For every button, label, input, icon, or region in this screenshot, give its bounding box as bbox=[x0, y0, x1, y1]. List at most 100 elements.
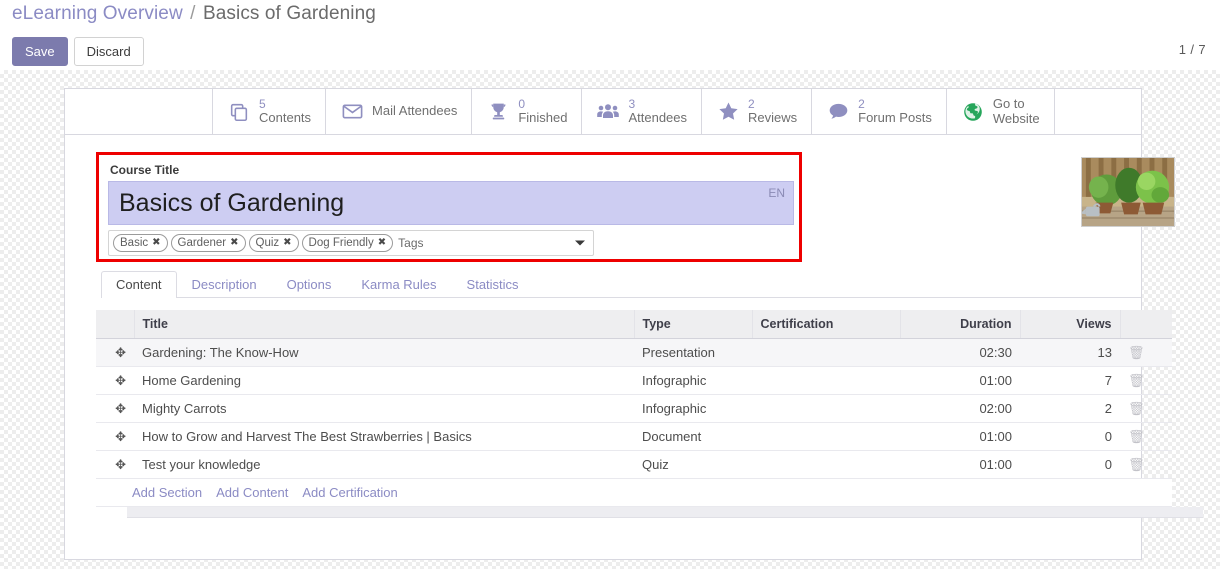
record-pager[interactable]: 1 / 7 bbox=[1179, 42, 1206, 57]
drag-handle-icon[interactable]: ✥ bbox=[115, 346, 126, 359]
tab-statistics[interactable]: Statistics bbox=[452, 271, 534, 298]
drag-handle-cell[interactable]: ✥ bbox=[96, 366, 134, 395]
breadcrumb-parent-link[interactable]: eLearning Overview bbox=[12, 3, 183, 24]
column-header-actions bbox=[1120, 310, 1172, 339]
stat-button-reviews[interactable]: 2 Reviews bbox=[702, 89, 813, 134]
cell-type[interactable]: Infographic bbox=[634, 366, 752, 395]
table-row[interactable]: ✥ Gardening: The Know-How Presentation 0… bbox=[96, 338, 1172, 367]
cell-duration[interactable]: 01:00 bbox=[900, 450, 1020, 479]
trash-icon[interactable]: 🗑 bbox=[1128, 402, 1145, 415]
column-header-certification[interactable]: Certification bbox=[752, 310, 901, 339]
table-row[interactable]: ✥ Mighty Carrots Infographic 02:00 2 🗑 bbox=[96, 394, 1172, 423]
trash-icon[interactable]: 🗑 bbox=[1128, 458, 1145, 471]
delete-row-cell[interactable]: 🗑 bbox=[1120, 366, 1172, 395]
cell-views[interactable]: 13 bbox=[1020, 338, 1120, 367]
discard-button[interactable]: Discard bbox=[73, 37, 144, 66]
column-header-title[interactable]: Title bbox=[134, 310, 635, 339]
cell-duration[interactable]: 01:00 bbox=[900, 422, 1020, 451]
course-title-highlight-box: Course Title Basics of Gardening EN Basi… bbox=[96, 152, 802, 262]
tag-chip[interactable]: Dog Friendly ✖ bbox=[301, 233, 394, 253]
cell-type[interactable]: Document bbox=[634, 422, 752, 451]
drag-handle-cell[interactable]: ✥ bbox=[96, 422, 134, 451]
save-button[interactable]: Save bbox=[12, 37, 68, 66]
drag-handle-cell[interactable]: ✥ bbox=[96, 450, 134, 479]
cell-views[interactable]: 2 bbox=[1020, 394, 1120, 423]
tab-content[interactable]: Content bbox=[101, 271, 177, 298]
add-content-link[interactable]: Add Content bbox=[216, 485, 288, 500]
course-cover-image[interactable] bbox=[1081, 157, 1175, 227]
language-badge[interactable]: EN bbox=[768, 186, 785, 200]
cell-duration[interactable]: 02:30 bbox=[900, 338, 1020, 367]
tag-chip[interactable]: Basic ✖ bbox=[113, 233, 168, 253]
cell-title[interactable]: How to Grow and Harvest The Best Strawbe… bbox=[134, 422, 634, 451]
close-icon[interactable]: ✖ bbox=[152, 237, 160, 250]
course-title-input[interactable]: Basics of Gardening EN bbox=[108, 181, 794, 225]
drag-handle-icon[interactable]: ✥ bbox=[115, 374, 126, 387]
cell-certification[interactable] bbox=[752, 450, 900, 479]
cell-title[interactable]: Gardening: The Know-How bbox=[134, 338, 634, 367]
stat-button-forum-posts[interactable]: 2 Forum Posts bbox=[812, 89, 947, 134]
stat-button-finished[interactable]: 0 Finished bbox=[472, 89, 583, 134]
comment-icon bbox=[826, 100, 850, 124]
trash-icon[interactable]: 🗑 bbox=[1128, 374, 1145, 387]
tab-description[interactable]: Description bbox=[177, 271, 272, 298]
cell-title[interactable]: Home Gardening bbox=[134, 366, 634, 395]
drag-handle-icon[interactable]: ✥ bbox=[115, 430, 126, 443]
cell-type[interactable]: Presentation bbox=[634, 338, 752, 367]
column-header-views[interactable]: Views bbox=[1020, 310, 1121, 339]
close-icon[interactable]: ✖ bbox=[230, 237, 238, 250]
table-row[interactable]: ✥ How to Grow and Harvest The Best Straw… bbox=[96, 422, 1172, 451]
cell-certification[interactable] bbox=[752, 338, 900, 367]
tags-input[interactable]: Basic ✖ Gardener ✖ Quiz ✖ Dog Friendly ✖… bbox=[108, 230, 594, 256]
column-header-duration[interactable]: Duration bbox=[900, 310, 1021, 339]
add-section-link[interactable]: Add Section bbox=[132, 485, 202, 500]
globe-icon bbox=[961, 100, 985, 124]
table-row[interactable]: ✥ Home Gardening Infographic 01:00 7 🗑 bbox=[96, 366, 1172, 395]
cell-views[interactable]: 0 bbox=[1020, 450, 1120, 479]
close-icon[interactable]: ✖ bbox=[378, 237, 386, 250]
cell-duration[interactable]: 02:00 bbox=[900, 394, 1020, 423]
add-certification-link[interactable]: Add Certification bbox=[302, 485, 397, 500]
stat-label-forum-posts: Forum Posts bbox=[858, 109, 932, 125]
cell-certification[interactable] bbox=[752, 394, 900, 423]
delete-row-cell[interactable]: 🗑 bbox=[1120, 422, 1172, 451]
tab-karma-rules[interactable]: Karma Rules bbox=[346, 271, 451, 298]
cell-certification[interactable] bbox=[752, 422, 900, 451]
table-footer-bar bbox=[127, 507, 1203, 518]
envelope-icon bbox=[340, 100, 364, 124]
tag-chip[interactable]: Quiz ✖ bbox=[248, 233, 299, 253]
drag-handle-cell[interactable]: ✥ bbox=[96, 394, 134, 423]
drag-handle-icon[interactable]: ✥ bbox=[115, 458, 126, 471]
cell-certification[interactable] bbox=[752, 366, 900, 395]
trash-icon[interactable]: 🗑 bbox=[1128, 346, 1145, 359]
stat-button-contents[interactable]: 5 Contents bbox=[213, 89, 327, 134]
stat-label-attendees: Attendees bbox=[628, 109, 688, 125]
cell-type[interactable]: Infographic bbox=[634, 394, 752, 423]
table-row[interactable]: ✥ Test your knowledge Quiz 01:00 0 🗑 bbox=[96, 450, 1172, 479]
delete-row-cell[interactable]: 🗑 bbox=[1120, 394, 1172, 423]
tag-chip[interactable]: Gardener ✖ bbox=[170, 233, 246, 253]
delete-row-cell[interactable]: 🗑 bbox=[1120, 450, 1172, 479]
stat-label-reviews: Reviews bbox=[748, 109, 798, 125]
table-header-row: Title Type Certification Duration Views bbox=[96, 310, 1172, 339]
stat-label-contents: Contents bbox=[259, 109, 312, 125]
tab-options[interactable]: Options bbox=[272, 271, 347, 298]
delete-row-cell[interactable]: 🗑 bbox=[1120, 338, 1172, 367]
cell-duration[interactable]: 01:00 bbox=[900, 366, 1020, 395]
drag-handle-cell[interactable]: ✥ bbox=[96, 338, 134, 367]
trash-icon[interactable]: 🗑 bbox=[1128, 430, 1145, 443]
stat-button-attendees[interactable]: 3 Attendees bbox=[582, 89, 703, 134]
cell-title[interactable]: Mighty Carrots bbox=[134, 394, 634, 423]
form-sheet: 5 Contents Mail Attendees 0 Finished 3 A… bbox=[64, 88, 1203, 560]
cell-views[interactable]: 0 bbox=[1020, 422, 1120, 451]
close-icon[interactable]: ✖ bbox=[283, 237, 291, 250]
cell-title[interactable]: Test your knowledge bbox=[134, 450, 634, 479]
drag-handle-icon[interactable]: ✥ bbox=[115, 402, 126, 415]
course-title-value: Basics of Gardening bbox=[119, 188, 345, 217]
chevron-down-icon[interactable] bbox=[575, 240, 585, 246]
column-header-type[interactable]: Type bbox=[634, 310, 753, 339]
cell-views[interactable]: 7 bbox=[1020, 366, 1120, 395]
stat-button-go-to-website[interactable]: Go to Website bbox=[946, 89, 1055, 134]
stat-button-mail-attendees[interactable]: Mail Attendees bbox=[326, 89, 473, 134]
cell-type[interactable]: Quiz bbox=[634, 450, 752, 479]
